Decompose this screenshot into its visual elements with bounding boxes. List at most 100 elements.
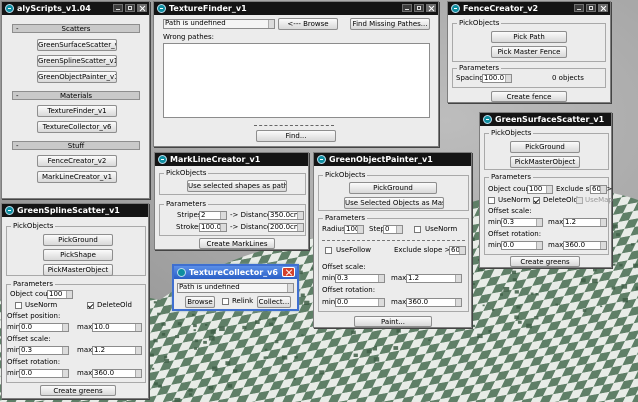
usenorm-label: UseNorm (498, 196, 531, 204)
find-button[interactable]: Find... (256, 130, 336, 142)
browse-button[interactable]: Browse (185, 296, 215, 308)
scale-min-spinner[interactable]: 0.3 (19, 346, 69, 355)
rotation-max-spinner[interactable]: 360.0 (92, 369, 142, 378)
create-greens-button[interactable]: Create greens (40, 385, 116, 396)
rotation-min-spinner[interactable]: 0.0 (501, 241, 543, 250)
usefollow-checkbox[interactable] (325, 247, 332, 254)
scatter-block (304, 300, 310, 305)
alyscripts-panel[interactable]: alyScripts_v1.04 - Scatters GreenSurfaceS… (1, 1, 150, 199)
close-icon[interactable] (598, 4, 608, 12)
stripes-distance-spinner[interactable]: 350.0cm (268, 211, 304, 220)
scale-min-spinner[interactable]: 0.3 (335, 274, 385, 283)
spacing-spinner[interactable]: 100.0 (482, 74, 512, 83)
pick-master-object-button[interactable]: PickMasterObject (43, 264, 113, 276)
scatter-block (193, 329, 196, 332)
stripes-spinner[interactable]: 2 (199, 211, 227, 220)
greenobjectpainter-panel[interactable]: GreenObjectPainter_v1 PickObjects PickGr… (313, 152, 472, 328)
path-field[interactable]: Path is undefined (163, 19, 275, 29)
exclude-slope-spinner[interactable]: 60 (590, 185, 607, 194)
use-selected-shapes-button[interactable]: Use selected shapes as pathes (187, 180, 287, 192)
pick-ground-button[interactable]: PickGround (43, 234, 113, 246)
tf-launch-button[interactable]: TextureFinder_v1 (37, 105, 117, 117)
scale-max-spinner[interactable]: 1.2 (563, 218, 607, 227)
position-min-spinner[interactable]: 0.0 (19, 323, 69, 332)
exclude-slope-spinner[interactable]: 60 (449, 246, 466, 255)
scale-min-spinner[interactable]: 0.3 (501, 218, 543, 227)
create-marklines-button[interactable]: Create MarkLines (199, 238, 275, 249)
radius-spinner[interactable]: 100 (344, 225, 364, 234)
texturecollector-window[interactable]: TextureCollector_v6 Path is undefined Br… (172, 264, 299, 311)
scale-max-spinner[interactable]: 1.2 (406, 274, 462, 283)
collect-button[interactable]: Collect... (257, 296, 291, 308)
deleteold-checkbox[interactable] (87, 302, 94, 309)
rotation-min-spinner[interactable]: 0.0 (19, 369, 69, 378)
minimize-icon[interactable] (402, 4, 412, 12)
fc-launch-button[interactable]: FenceCreator_v2 (37, 155, 117, 167)
greenobjectpainter-titlebar[interactable]: GreenObjectPainter_v1 (314, 153, 471, 166)
maximize-icon[interactable] (125, 4, 135, 12)
mlc-launch-button[interactable]: MarkLineCreator_v1 (37, 171, 117, 183)
scatter-block (153, 338, 158, 343)
marklinecreator-panel[interactable]: MarkLineCreator_v1 PickObjects Use selec… (154, 152, 309, 250)
group-title: PickObjects (11, 222, 56, 230)
minimize-icon[interactable] (574, 4, 584, 12)
greensplinescatter-panel[interactable]: GreenSplineScatter_v1 PickObjects PickGr… (1, 203, 149, 399)
usenorm-label: UseNorm (25, 301, 58, 309)
gop-launch-button[interactable]: GreenObjectPainter_v1 (37, 71, 117, 83)
strokes-distance-spinner[interactable]: 200.0cm (268, 223, 304, 232)
rollout-header-scatters[interactable]: - Scatters (12, 24, 140, 33)
gss-launch-button[interactable]: GreenSurfaceScatter_v1 (37, 39, 117, 51)
usenorm-checkbox[interactable] (414, 226, 421, 233)
rotation-max-spinner[interactable]: 360.0 (563, 241, 607, 250)
fencecreator-panel[interactable]: FenceCreator_v2 PickObjects Pick Path Pi… (447, 1, 611, 103)
tc-launch-button[interactable]: TextureCollector_v6 (37, 121, 117, 133)
pick-shape-button[interactable]: PickShape (43, 249, 113, 261)
deleteold-checkbox[interactable] (533, 197, 540, 204)
use-masters-button[interactable]: Use Selected Objects as Masters (344, 197, 444, 209)
scatter-block (164, 355, 168, 359)
marklinecreator-titlebar[interactable]: MarkLineCreator_v1 (155, 153, 308, 166)
rotation-min-spinner[interactable]: 0.0 (335, 298, 385, 307)
max-logo-icon (5, 4, 14, 13)
usenorm-checkbox[interactable] (15, 302, 22, 309)
create-fence-button[interactable]: Create fence (491, 91, 567, 102)
scale-max-spinner[interactable]: 1.2 (92, 346, 142, 355)
rollout-header-materials[interactable]: - Materials (12, 91, 140, 100)
minimize-icon[interactable] (113, 4, 123, 12)
object-count-spinner[interactable]: 100 (527, 185, 553, 194)
pick-master-fence-button[interactable]: Pick Master Fence (491, 46, 567, 58)
close-icon[interactable] (426, 4, 436, 12)
usemap-checkbox[interactable] (576, 197, 583, 204)
create-greens-button[interactable]: Create greens (510, 256, 580, 267)
path-field[interactable]: Path is undefined (177, 283, 294, 293)
pick-master-object-button[interactable]: PickMasterObject (510, 156, 580, 168)
find-missing-button[interactable]: Find Missing Pathes... (350, 18, 430, 30)
pick-ground-button[interactable]: PickGround (349, 182, 437, 194)
close-icon[interactable] (137, 4, 147, 12)
window-title: GreenObjectPainter_v1 (329, 155, 433, 164)
browse-button[interactable]: <--- Browse (278, 18, 338, 30)
usenorm-checkbox[interactable] (488, 197, 495, 204)
maximize-icon[interactable] (414, 4, 424, 12)
rotation-max-spinner[interactable]: 360.0 (406, 298, 462, 307)
strokes-spinner[interactable]: 100.0cm (199, 223, 227, 232)
texturecollector-titlebar[interactable]: TextureCollector_v6 (174, 266, 297, 279)
step-spinner[interactable]: 0 (383, 225, 403, 234)
maximize-icon[interactable] (586, 4, 596, 12)
texturefinder-titlebar[interactable]: TextureFinder_v1 (154, 2, 438, 15)
relink-checkbox[interactable] (222, 298, 229, 305)
greensplinescatter-titlebar[interactable]: GreenSplineScatter_v1 (2, 204, 148, 217)
object-count-spinner[interactable]: 100 (47, 290, 73, 299)
close-icon[interactable] (282, 267, 295, 277)
wrong-paths-list[interactable] (163, 43, 430, 118)
pick-ground-button[interactable]: PickGround (510, 141, 580, 153)
greensurfacescatter-titlebar[interactable]: GreenSurfaceScatter_v1 (480, 113, 611, 126)
greensurfacescatter-panel[interactable]: GreenSurfaceScatter_v1 PickObjects PickG… (479, 112, 613, 268)
paint-button[interactable]: Paint... (354, 316, 432, 327)
texturefinder-panel[interactable]: TextureFinder_v1 Path is undefined <--- … (153, 1, 439, 147)
position-max-spinner[interactable]: 10.0 (92, 323, 142, 332)
pick-path-button[interactable]: Pick Path (491, 31, 567, 43)
max-logo-icon (451, 4, 460, 13)
rollout-header-stuff[interactable]: - Stuff (12, 141, 140, 150)
gspl-launch-button[interactable]: GreenSplineScatter_v1 (37, 55, 117, 67)
